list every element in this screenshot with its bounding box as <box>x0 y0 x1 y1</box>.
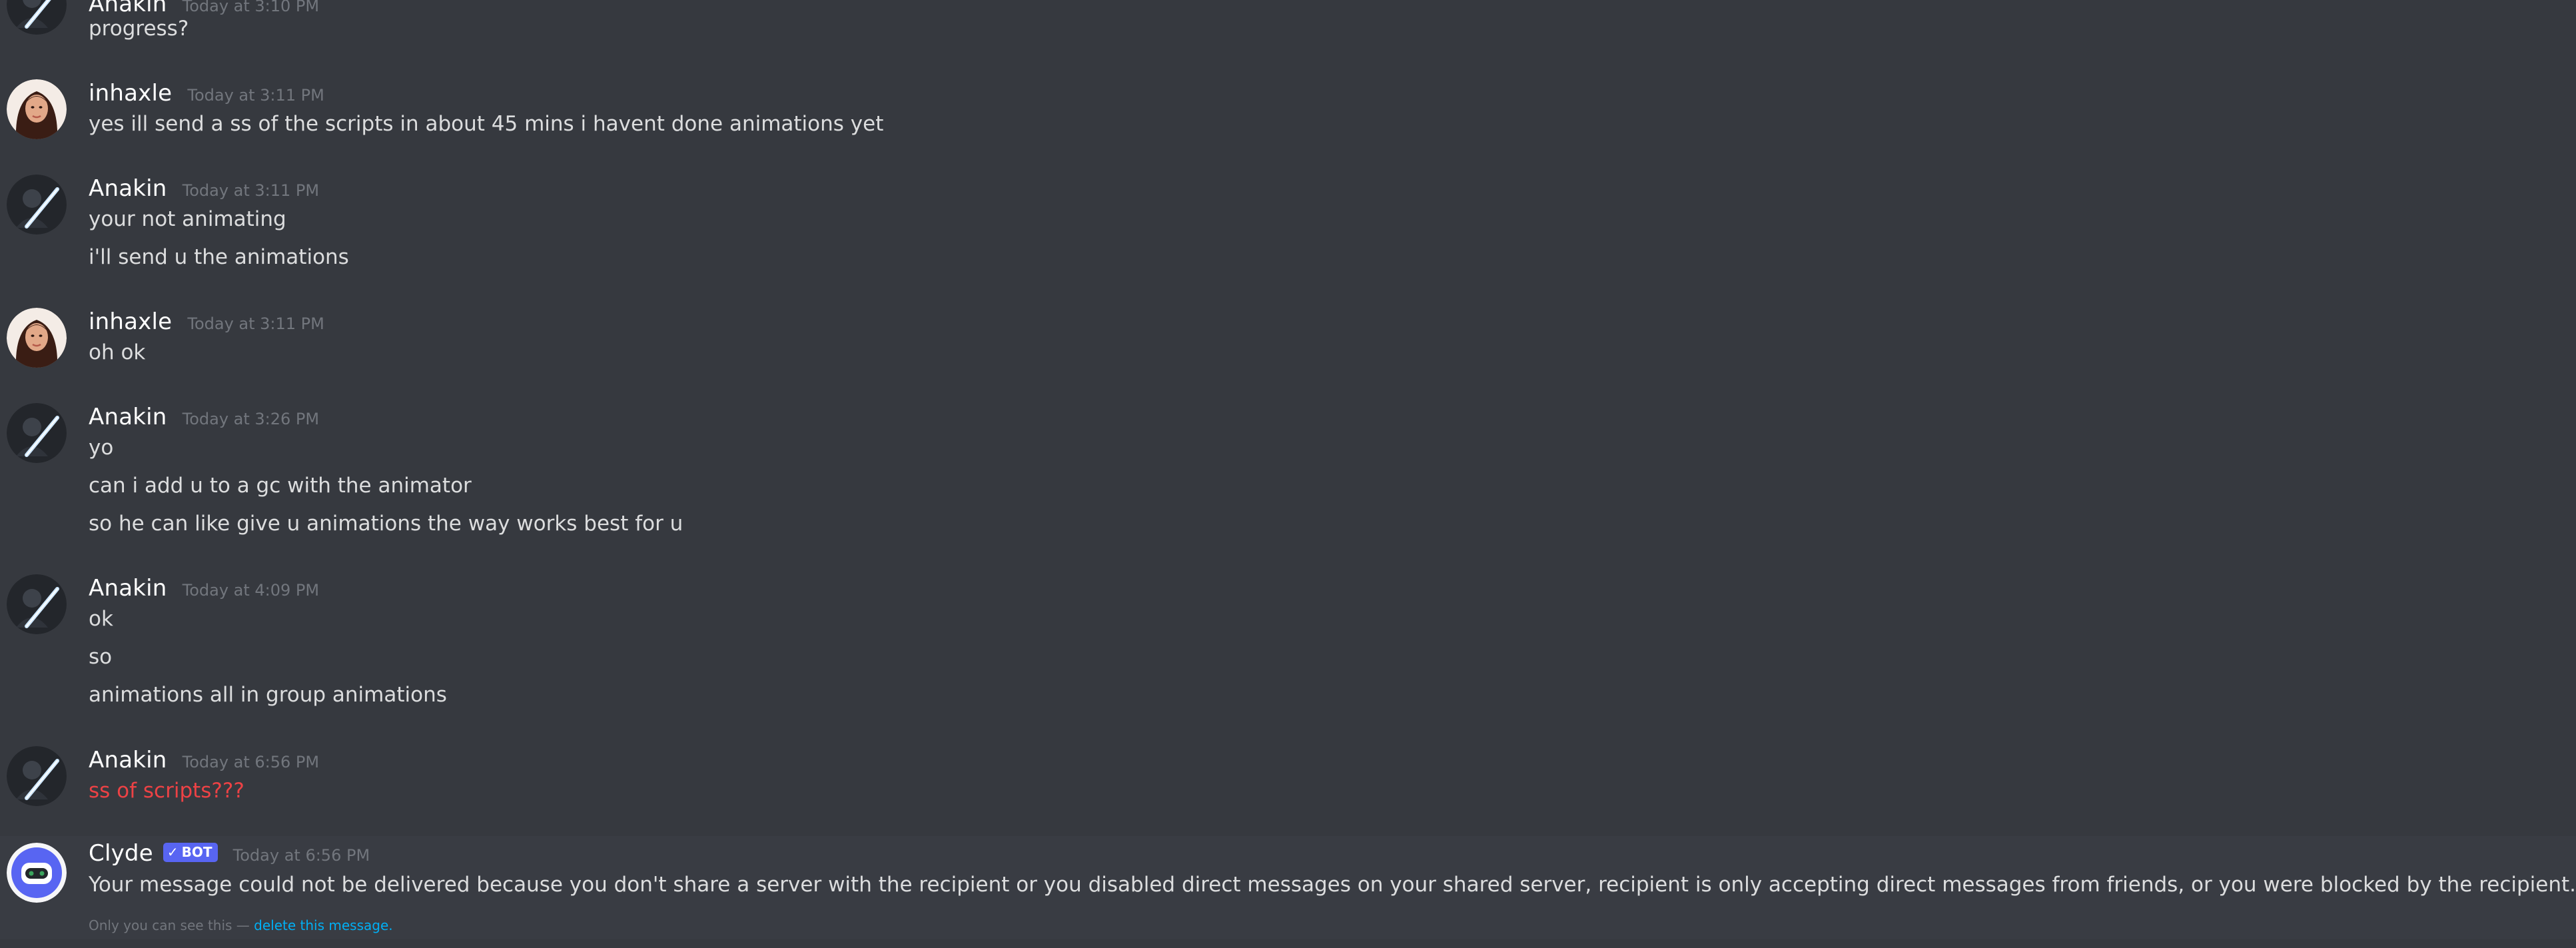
message-text: your not animating <box>89 207 286 231</box>
message-text: ok <box>89 607 113 631</box>
message-text: yes ill send a ss of the scripts in abou… <box>89 112 884 136</box>
inhaxle-avatar-icon[interactable] <box>7 79 67 139</box>
message-text: i'll send u the animations <box>89 245 349 269</box>
username[interactable]: Anakin <box>89 175 167 202</box>
username[interactable]: inhaxle <box>89 80 172 107</box>
message-text: oh ok <box>89 340 146 364</box>
timestamp: Today at 3:11 PM <box>182 181 320 200</box>
anakin-avatar-icon[interactable] <box>7 175 67 235</box>
message-text: so <box>89 645 113 669</box>
clyde-avatar-icon[interactable] <box>7 843 67 903</box>
timestamp: Today at 3:11 PM <box>187 314 324 333</box>
timestamp: Today at 3:10 PM <box>182 0 320 15</box>
username[interactable]: Anakin <box>89 0 167 17</box>
chat-message-list: Anakin Today at 3:10 PM progress? inhaxl… <box>0 0 2576 948</box>
bot-badge: ✓ BOT <box>163 843 218 862</box>
timestamp: Today at 6:56 PM <box>182 753 320 771</box>
username[interactable]: inhaxle <box>89 308 172 335</box>
message-text: so he can like give u animations the way… <box>89 512 683 536</box>
delete-message-link[interactable]: delete this message. <box>254 917 392 933</box>
bot-badge-label: BOT <box>181 844 213 860</box>
timestamp: Today at 3:11 PM <box>187 86 324 105</box>
username[interactable]: Clyde <box>89 840 153 867</box>
anakin-avatar-icon[interactable] <box>7 403 67 463</box>
message-text: can i add u to a gc with the animator <box>89 474 472 498</box>
timestamp: Today at 6:56 PM <box>232 846 370 865</box>
ephemeral-bot-message: Clyde ✓ BOT Today at 6:56 PM Your message… <box>0 836 2576 939</box>
anakin-avatar-icon[interactable] <box>7 746 67 806</box>
checkmark-icon: ✓ <box>167 844 179 860</box>
username[interactable]: Anakin <box>89 575 167 602</box>
ephemeral-note-text: Only you can see this — <box>89 917 250 933</box>
message-text: progress? <box>89 17 189 41</box>
message-text: animations all in group animations <box>89 683 447 707</box>
ephemeral-note: Only you can see this — delete this mess… <box>89 917 393 933</box>
username[interactable]: Anakin <box>89 404 167 430</box>
message-text: Your message could not be delivered beca… <box>89 873 2576 897</box>
timestamp: Today at 4:09 PM <box>182 581 320 600</box>
inhaxle-avatar-icon[interactable] <box>7 308 67 368</box>
timestamp: Today at 3:26 PM <box>182 410 320 428</box>
anakin-avatar-icon[interactable] <box>7 0 67 35</box>
username[interactable]: Anakin <box>89 747 167 773</box>
anakin-avatar-icon[interactable] <box>7 574 67 634</box>
message-text: yo <box>89 436 114 460</box>
failed-message-text: ss of scripts??? <box>89 779 244 803</box>
